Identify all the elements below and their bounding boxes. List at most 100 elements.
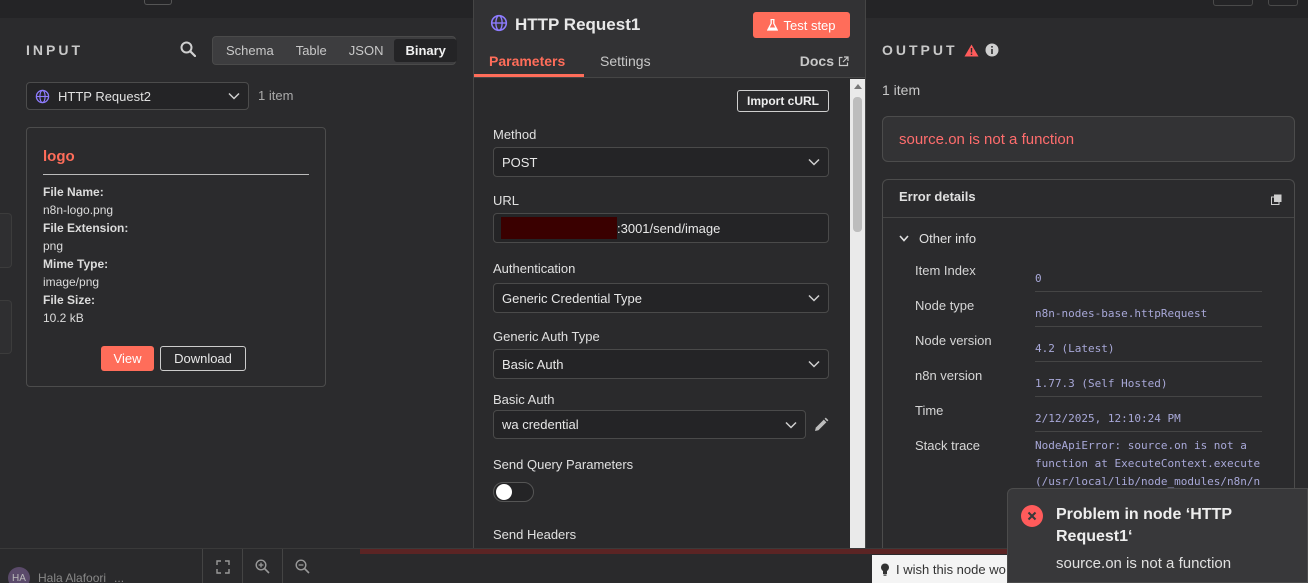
close-icon: [1027, 511, 1037, 521]
parameters-scrollbar[interactable]: [850, 79, 865, 571]
error-message: source.on is not a function: [899, 130, 1075, 148]
test-step-label: Test step: [783, 17, 836, 33]
generic-auth-value: Basic Auth: [502, 356, 564, 372]
send-query-label: Send Query Parameters: [493, 457, 634, 472]
detail-divider: [1035, 326, 1262, 327]
download-button[interactable]: Download: [160, 346, 246, 371]
test-step-button[interactable]: Test step: [753, 12, 850, 38]
detail-value: 0: [1035, 272, 1042, 285]
view-json[interactable]: JSON: [338, 39, 395, 62]
authentication-label: Authentication: [493, 261, 576, 276]
error-close-icon[interactable]: [1021, 505, 1043, 527]
top-button[interactable]: [144, 0, 172, 5]
credential-select[interactable]: wa credential: [493, 410, 806, 439]
more-icon[interactable]: ...: [114, 571, 124, 583]
input-title: INPUT: [26, 42, 83, 58]
lightbulb-icon: [881, 563, 889, 576]
url-label: URL: [493, 193, 520, 208]
generic-auth-label: Generic Auth Type: [493, 329, 600, 344]
method-label: Method: [493, 127, 537, 142]
top-right-control[interactable]: [1213, 0, 1253, 6]
info-icon[interactable]: [985, 43, 999, 57]
detail-key: Stack trace: [915, 438, 981, 453]
scroll-thumb[interactable]: [853, 97, 862, 232]
other-info-toggle[interactable]: Other info: [899, 231, 976, 246]
detail-divider: [1035, 291, 1262, 292]
left-edge-tab[interactable]: [0, 300, 12, 354]
tab-settings[interactable]: Settings: [600, 53, 651, 69]
error-message-box: source.on is not a function: [882, 116, 1295, 162]
generic-auth-select[interactable]: Basic Auth: [493, 349, 829, 379]
detail-divider: [1035, 431, 1262, 432]
detail-value: 4.2 (Latest): [1035, 342, 1115, 355]
node-header: HTTP Request1 Test step Parameters Setti…: [474, 0, 865, 78]
pencil-icon[interactable]: [813, 417, 829, 433]
output-title: OUTPUT: [882, 42, 999, 58]
user-menu[interactable]: HA Hala Alafoori ...: [8, 567, 124, 583]
external-link-icon: [838, 55, 849, 66]
import-curl-button[interactable]: Import cURL: [737, 90, 829, 112]
zoom-in-button[interactable]: [242, 549, 282, 583]
authentication-select[interactable]: Generic Credential Type: [493, 283, 829, 313]
url-input[interactable]: :3001/send/image: [493, 213, 829, 243]
node-settings-panel: HTTP Request1 Test step Parameters Setti…: [473, 0, 866, 572]
divider: [43, 174, 309, 175]
stack-trace-line: function at ExecuteContext.execute: [1035, 457, 1261, 470]
chevron-down-icon: [808, 294, 820, 302]
search-icon[interactable]: [180, 41, 196, 57]
display-mode-toggle: Schema Table JSON Binary: [212, 36, 457, 65]
zoom-in-icon: [255, 559, 270, 574]
output-item-count: 1 item: [882, 82, 921, 98]
error-details-title: Error details: [899, 189, 976, 204]
top-right-control-2[interactable]: [1268, 0, 1298, 6]
detail-key: Node type: [915, 298, 975, 313]
view-button[interactable]: View: [101, 346, 154, 371]
detail-divider: [1035, 396, 1262, 397]
feedback-text: I wish this node wo: [896, 561, 1006, 577]
tab-parameters[interactable]: Parameters: [489, 53, 565, 69]
flask-icon: [767, 19, 779, 31]
view-table[interactable]: Table: [285, 39, 338, 62]
output-title-text: OUTPUT: [882, 42, 958, 58]
size-label: File Size:: [43, 293, 96, 307]
chevron-down-icon: [228, 92, 240, 100]
chevron-down-icon: [808, 360, 820, 368]
left-edge-tab[interactable]: [0, 213, 12, 268]
authentication-value: Generic Credential Type: [502, 290, 642, 306]
file-ext-value: png: [43, 239, 64, 253]
toast-title: Problem in node ‘HTTP Request1‘: [1056, 506, 1232, 545]
detail-key: Node version: [915, 333, 992, 348]
view-binary[interactable]: Binary: [394, 39, 457, 62]
feedback-prompt[interactable]: I wish this node wo: [872, 555, 1012, 583]
copy-icon[interactable]: [1271, 194, 1282, 205]
method-select[interactable]: POST: [493, 147, 829, 177]
detail-value: 1.77.3 (Self Hosted): [1035, 377, 1168, 390]
detail-key: n8n version: [915, 368, 983, 383]
input-node-select[interactable]: HTTP Request2: [26, 82, 249, 110]
stack-trace-line: NodeApiError: source.on is not a: [1035, 439, 1247, 452]
docs-label: Docs: [799, 53, 834, 69]
file-name-value: n8n-logo.png: [43, 203, 114, 217]
active-tab-underline: [474, 74, 584, 77]
method-value: POST: [502, 154, 538, 170]
divider: [883, 217, 1294, 218]
node-title[interactable]: HTTP Request1: [515, 15, 640, 35]
send-headers-label: Send Headers: [493, 527, 577, 542]
file-name-label: File Name:: [43, 185, 104, 199]
fit-view-icon: [215, 559, 230, 574]
zoom-out-button[interactable]: [282, 549, 322, 583]
stack-trace-value: NodeApiError: source.on is not a functio…: [1035, 437, 1265, 491]
binary-title: logo: [43, 148, 75, 165]
chevron-down-icon: [808, 158, 820, 166]
send-query-toggle[interactable]: [493, 482, 534, 502]
globe-icon: [490, 14, 508, 32]
detail-value: n8n-nodes-base.httpRequest: [1035, 307, 1208, 320]
chevron-down-icon: [899, 235, 909, 242]
scroll-up-arrow[interactable]: [854, 84, 862, 89]
credential-value: wa credential: [502, 417, 579, 432]
view-schema[interactable]: Schema: [215, 39, 285, 62]
size-value: 10.2 kB: [43, 311, 84, 325]
redacted-host: [501, 217, 617, 239]
fit-view-button[interactable]: [202, 549, 242, 583]
docs-link[interactable]: Docs: [800, 53, 849, 69]
